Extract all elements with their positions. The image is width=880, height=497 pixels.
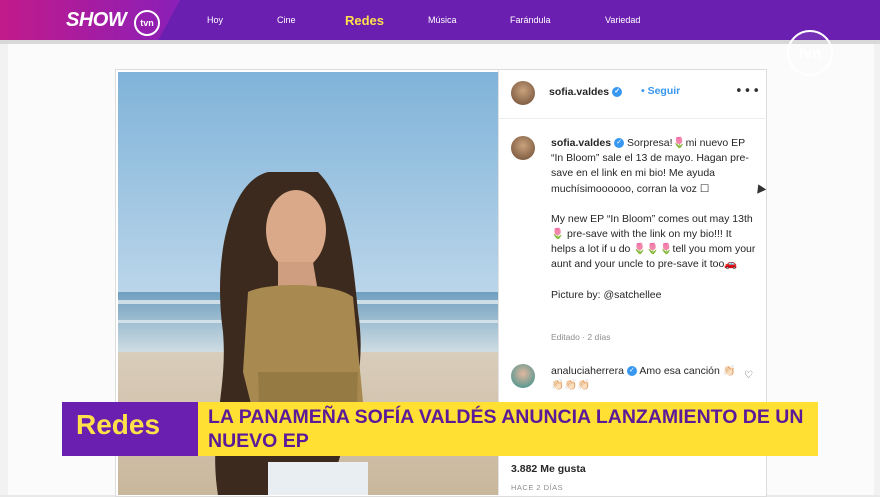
post-caption: sofia.valdes ✓ Sorpresa!🌷mi nuevo EP “In … <box>551 136 759 318</box>
likes-count[interactable]: 3.882 Me gusta <box>511 463 586 475</box>
nav-item-cine[interactable]: Cine <box>277 0 296 40</box>
brand-area[interactable]: SHOW tvn <box>0 0 180 40</box>
nav-item-variedad[interactable]: Variedad <box>605 0 640 40</box>
edited-timestamp: Editado · 2 días <box>551 332 611 342</box>
commenter-username[interactable]: analuciaherrera <box>551 365 624 377</box>
comment: analuciaherrera ✓ Amo esa canción 👏🏻👏🏻👏🏻👏… <box>551 364 741 392</box>
verified-icon: ✓ <box>614 138 625 149</box>
caption-english: My new EP “In Bloom” comes out may 13th … <box>551 212 756 271</box>
follow-button[interactable]: • Seguir <box>641 85 680 97</box>
caption-username[interactable]: sofia.valdes <box>551 137 611 149</box>
nav-item-redes[interactable]: Redes <box>345 0 384 40</box>
nav-item-musica[interactable]: Música <box>428 0 457 40</box>
lower-third-headline: LA PANAMEÑA SOFÍA VALDÉS ANUNCIA LANZAMI… <box>208 406 804 452</box>
nav-item-farandula[interactable]: Farándula <box>510 0 551 40</box>
commenter-avatar[interactable] <box>511 364 535 388</box>
lower-third-bar: LA PANAMEÑA SOFÍA VALDÉS ANUNCIA LANZAMI… <box>198 402 818 456</box>
author-avatar[interactable] <box>511 81 535 105</box>
photo-credit: Picture by: @satchellee <box>551 288 662 301</box>
brand-logo: SHOW <box>66 9 127 31</box>
verified-icon: ✓ <box>612 87 623 98</box>
verified-icon: ✓ <box>626 366 637 377</box>
lower-third-tag-label: Redes <box>76 409 161 440</box>
caption-avatar[interactable] <box>511 136 535 160</box>
lower-third-tag: Redes <box>62 402 198 456</box>
tvn-watermark-logo: tvn <box>787 30 833 76</box>
author-username[interactable]: sofia.valdes ✓ <box>549 86 623 98</box>
like-comment-heart-icon[interactable]: ♡ <box>744 370 753 381</box>
top-nav-bar: SHOW tvn Hoy Cine Redes Música Farándula… <box>0 0 880 40</box>
brand-badge: tvn <box>134 10 160 36</box>
more-options-icon[interactable]: ••• <box>735 84 761 99</box>
nav-item-hoy[interactable]: Hoy <box>207 0 223 40</box>
post-header: sofia.valdes ✓ • Seguir ••• <box>499 70 765 119</box>
post-date: HACE 2 DÍAS <box>511 483 564 492</box>
